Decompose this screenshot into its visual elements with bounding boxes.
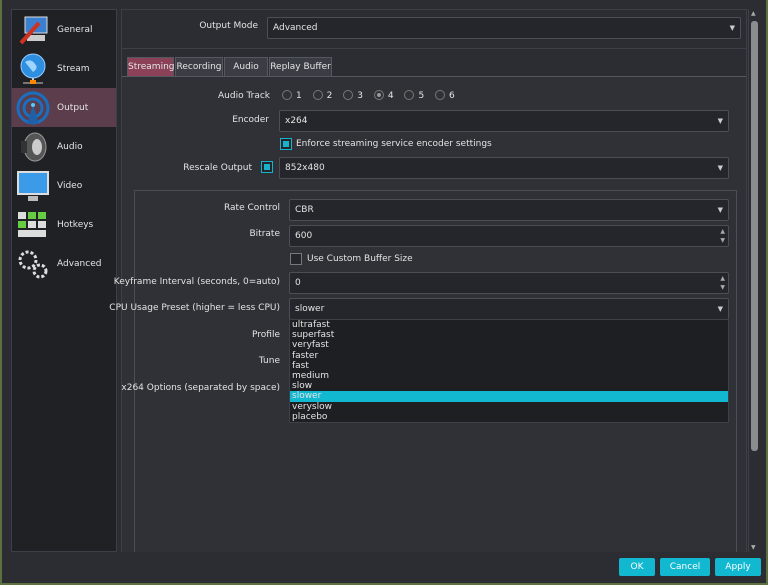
- sidebar-item-video[interactable]: Video: [12, 166, 116, 205]
- audio-track-radio-5[interactable]: 5: [404, 90, 432, 101]
- monitor-icon: [15, 169, 51, 203]
- sidebar-item-stream[interactable]: Stream: [12, 49, 116, 88]
- keyframe-spinbox[interactable]: 0 ▲ ▼: [289, 272, 729, 294]
- preset-option-selected[interactable]: slower: [290, 391, 728, 402]
- sidebar-item-advanced[interactable]: Advanced: [12, 244, 116, 283]
- custom-buffer-checkbox[interactable]: [290, 253, 302, 265]
- speaker-icon: [15, 130, 51, 164]
- audio-track-label: Audio Track: [218, 91, 270, 101]
- encoder-label: Encoder: [232, 115, 269, 125]
- profile-label: Profile: [252, 330, 280, 340]
- preset-option[interactable]: placebo: [290, 412, 728, 422]
- rate-control-select[interactable]: CBR ▼: [289, 199, 729, 221]
- audio-track-radio-4[interactable]: 4: [373, 90, 402, 101]
- chevron-down-icon: ▼: [729, 24, 735, 32]
- bitrate-spinbox[interactable]: 600 ▲ ▼: [289, 225, 729, 247]
- keyboard-icon: [15, 208, 51, 242]
- vertical-scrollbar[interactable]: ▲ ▼: [748, 9, 760, 552]
- sidebar-item-general[interactable]: General: [12, 10, 116, 49]
- sidebar-item-label: Video: [57, 180, 83, 191]
- tab-streaming[interactable]: Streaming: [127, 57, 174, 76]
- output-mode-label: Output Mode: [199, 21, 258, 31]
- spin-arrows-icon[interactable]: ▲ ▼: [720, 274, 725, 292]
- sidebar-item-output[interactable]: Output: [12, 88, 116, 127]
- preset-option[interactable]: slow: [290, 381, 728, 391]
- x264-options-label: x264 Options (separated by space): [121, 383, 280, 393]
- sidebar-item-label: Hotkeys: [57, 219, 94, 230]
- audio-track-radio-1[interactable]: 1: [282, 90, 310, 101]
- bitrate-label: Bitrate: [249, 229, 281, 239]
- preset-option[interactable]: faster: [290, 351, 728, 361]
- custom-buffer-label: Use Custom Buffer Size: [307, 254, 413, 264]
- cancel-button[interactable]: Cancel: [660, 558, 710, 576]
- general-icon: [15, 13, 51, 47]
- chevron-down-icon: ▼: [717, 206, 723, 214]
- apply-button[interactable]: Apply: [715, 558, 761, 576]
- sidebar-item-label: General: [57, 24, 93, 35]
- sidebar-item-label: Output: [57, 102, 89, 113]
- preset-label: CPU Usage Preset (higher = less CPU): [109, 303, 280, 313]
- preset-option[interactable]: ultrafast: [290, 320, 728, 330]
- tab-recording[interactable]: Recording: [175, 57, 223, 76]
- sidebar-item-label: Audio: [57, 141, 83, 152]
- sidebar-item-label: Stream: [57, 63, 90, 74]
- audio-track-radio-3[interactable]: 3: [343, 90, 371, 101]
- preset-option[interactable]: veryslow: [290, 402, 728, 412]
- enforce-label: Enforce streaming service encoder settin…: [296, 139, 492, 149]
- sidebar-item-audio[interactable]: Audio: [12, 127, 116, 166]
- tune-label: Tune: [258, 356, 280, 366]
- preset-option[interactable]: veryfast: [290, 340, 728, 350]
- rescale-checkbox[interactable]: [261, 161, 273, 173]
- rescale-select[interactable]: 852x480 ▼: [279, 157, 729, 179]
- spin-arrows-icon[interactable]: ▲ ▼: [720, 227, 725, 245]
- sidebar-item-hotkeys[interactable]: Hotkeys: [12, 205, 116, 244]
- chevron-down-icon: ▼: [717, 117, 723, 125]
- preset-option[interactable]: superfast: [290, 330, 728, 340]
- scroll-up-icon[interactable]: ▲: [751, 10, 756, 17]
- encoder-select[interactable]: x264 ▼: [279, 110, 729, 132]
- settings-sidebar: General Stream Output Audio Video Hotkey…: [11, 9, 117, 552]
- sidebar-item-label: Advanced: [57, 258, 102, 269]
- audio-track-radios: 1 2 3 4 5 6: [282, 90, 455, 101]
- preset-option[interactable]: medium: [290, 371, 728, 381]
- tab-audio[interactable]: Audio: [224, 57, 268, 76]
- audio-track-radio-2[interactable]: 2: [312, 90, 341, 101]
- rescale-label: Rescale Output: [183, 163, 252, 173]
- preset-option[interactable]: fast: [290, 361, 728, 371]
- ok-button[interactable]: OK: [619, 558, 655, 576]
- preset-select[interactable]: slower ▼: [289, 298, 729, 320]
- scroll-down-icon[interactable]: ▼: [751, 544, 756, 551]
- broadcast-icon: [15, 91, 51, 125]
- preset-dropdown-list: ultrafast superfast veryfast faster fast…: [289, 319, 729, 423]
- keyframe-label: Keyframe Interval (seconds, 0=auto): [113, 277, 280, 287]
- globe-icon: [15, 52, 51, 86]
- scrollbar-thumb[interactable]: [751, 21, 758, 451]
- output-mode-select[interactable]: Advanced ▼: [267, 17, 741, 39]
- rate-control-label: Rate Control: [223, 203, 280, 213]
- gears-icon: [15, 247, 51, 281]
- chevron-down-icon: ▼: [717, 305, 723, 313]
- chevron-down-icon: ▼: [717, 164, 723, 172]
- tab-replay-buffer[interactable]: Replay Buffer: [269, 57, 332, 76]
- enforce-checkbox[interactable]: [280, 138, 292, 150]
- audio-track-radio-6[interactable]: 6: [435, 90, 455, 101]
